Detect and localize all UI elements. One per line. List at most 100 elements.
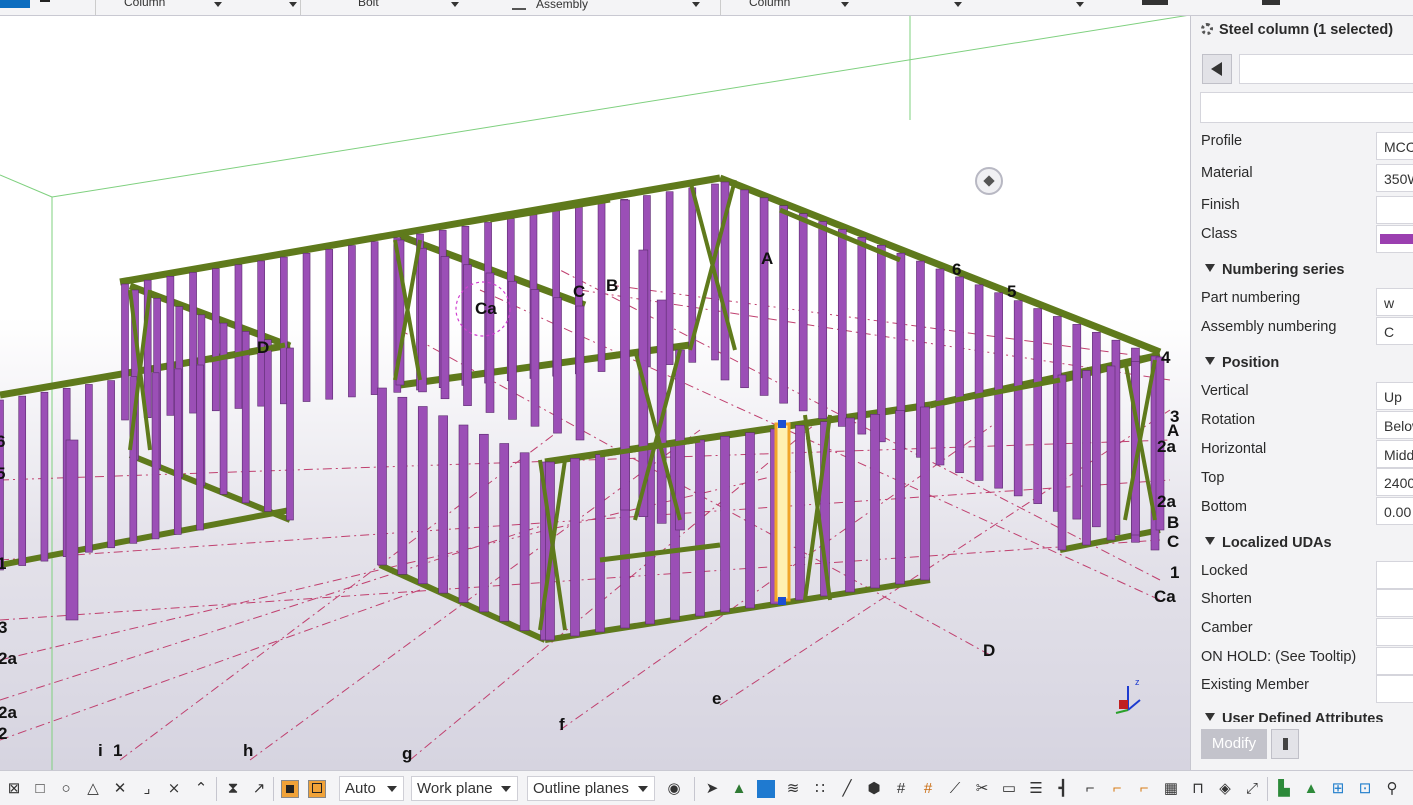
profile-field[interactable]: MCC: [1376, 132, 1413, 160]
search-icon[interactable]: ⚲: [1383, 780, 1401, 798]
grid-label: C: [1167, 532, 1180, 551]
eye-icon[interactable]: ◉: [665, 780, 683, 798]
snap-point-icon[interactable]: [281, 780, 299, 798]
column-dropdown-2[interactable]: Column: [720, 0, 1091, 15]
outline-planes-dropdown[interactable]: Outline planes: [527, 776, 655, 801]
modify-button[interactable]: Modify: [1201, 729, 1267, 759]
assembly-icon: [512, 0, 526, 10]
column-icon[interactable]: ┫: [1054, 780, 1072, 798]
bottom-toolbar: ⊠ □ ○ △ ✕ ⌟ ⨯ ⌃ ⧗ ↗ Auto Work plane Outl…: [0, 770, 1413, 805]
stairs-orange-icon[interactable]: ⌐: [1108, 780, 1126, 798]
class-field[interactable]: [1376, 225, 1413, 253]
points-icon[interactable]: ∷: [811, 780, 829, 798]
bottom-field[interactable]: 0.00: [1376, 497, 1413, 525]
assembly-numbering-field[interactable]: C: [1376, 317, 1413, 345]
beam-tool-icon[interactable]: [1262, 0, 1280, 5]
grid-label: h: [243, 741, 254, 760]
selection-handle: [778, 420, 786, 428]
green-tool-icon[interactable]: ▙: [1275, 780, 1293, 798]
file-menu-button[interactable]: [0, 0, 30, 8]
steel-stud: [935, 268, 945, 466]
fill-icon[interactable]: [757, 780, 775, 798]
horizontal-field[interactable]: Middle: [1376, 440, 1413, 468]
grid-label: 2: [0, 724, 8, 743]
steel-stud: [121, 283, 129, 421]
line-icon[interactable]: ╱: [838, 780, 856, 798]
select-direction-icon[interactable]: ↗: [250, 780, 268, 798]
steel-stud: [40, 391, 49, 562]
stairs-icon[interactable]: ⌐: [1081, 780, 1099, 798]
part-numbering-field[interactable]: w: [1376, 288, 1413, 316]
window-icon[interactable]: ▭: [1000, 780, 1018, 798]
search-field[interactable]: [1200, 92, 1413, 123]
measure-icon[interactable]: ⟋: [946, 780, 964, 798]
work-plane-dropdown[interactable]: Work plane: [411, 776, 518, 801]
pointer-icon[interactable]: ➤: [703, 780, 721, 798]
column-dropdown-2-label: Column: [749, 0, 791, 9]
frame-icon[interactable]: ⊓: [1189, 780, 1207, 798]
column-dropdown[interactable]: Column: [95, 0, 301, 15]
select-lines-icon[interactable]: ⌃: [192, 780, 210, 798]
scissors-icon[interactable]: ✂: [973, 780, 991, 798]
object-type-field[interactable]: [1239, 54, 1413, 84]
stack-icon[interactable]: ◈: [1216, 780, 1234, 798]
steel-stud: [553, 297, 562, 434]
select-surface-icon[interactable]: ○: [57, 780, 75, 798]
select-all-icon[interactable]: ⊠: [5, 780, 23, 798]
blue-tool-icon[interactable]: ⊡: [1356, 780, 1374, 798]
select-points-icon[interactable]: △: [84, 780, 102, 798]
select-assembly-icon[interactable]: ⧗: [224, 780, 242, 798]
steel-stud: [974, 284, 984, 481]
grid-orange-icon[interactable]: #: [919, 780, 937, 798]
steel-stud: [166, 276, 175, 416]
tree-icon[interactable]: ▲: [730, 780, 748, 798]
material-field[interactable]: 350W: [1376, 164, 1413, 192]
on-hold-field[interactable]: [1376, 647, 1413, 675]
select-grid-icon[interactable]: ⨯: [165, 780, 183, 798]
box-icon[interactable]: ⬢: [865, 780, 883, 798]
green-shape-icon[interactable]: ▲: [1302, 780, 1320, 798]
grid-icon[interactable]: #: [892, 780, 910, 798]
steel-stud: [759, 197, 769, 396]
position-section[interactable]: Position: [1205, 355, 1279, 371]
view-cube-icon[interactable]: [975, 167, 1003, 195]
wall-icon[interactable]: ▦: [1162, 780, 1180, 798]
rotation-field[interactable]: Below: [1376, 411, 1413, 439]
back-button[interactable]: [1202, 54, 1232, 84]
model-viewport[interactable]: A B C Ca D 6 5 4 3 A 2a 2a B C 1 Ca D e …: [0, 16, 1190, 770]
pick-properties-button[interactable]: [1271, 729, 1299, 759]
select-parts-icon[interactable]: □: [31, 780, 49, 798]
camber-field[interactable]: [1376, 618, 1413, 646]
shorten-field[interactable]: [1376, 589, 1413, 617]
ribbon: Column Bolt Assembly Column: [0, 0, 1413, 16]
bolt-dropdown[interactable]: Bolt: [300, 0, 466, 15]
steel-stud: [597, 202, 606, 372]
steel-stud: [519, 452, 530, 631]
menu-icon[interactable]: [40, 0, 50, 2]
snap-nodes-icon[interactable]: [308, 780, 326, 798]
blue-grid-icon[interactable]: ⊞: [1329, 780, 1347, 798]
select-welds-icon[interactable]: ⌟: [138, 780, 156, 798]
column-tool-icon[interactable]: [1142, 0, 1168, 5]
finish-field[interactable]: [1376, 196, 1413, 224]
select-cuts-icon[interactable]: ✕: [111, 780, 129, 798]
steel-stud: [1082, 370, 1091, 546]
layers-icon[interactable]: ≋: [784, 780, 802, 798]
stairs-orange-2-icon[interactable]: ⌐: [1135, 780, 1153, 798]
existing-member-field[interactable]: [1376, 675, 1413, 703]
assembly-dropdown[interactable]: Assembly: [465, 0, 720, 15]
vertical-field[interactable]: Up: [1376, 382, 1413, 410]
align-icon[interactable]: ☰: [1027, 780, 1045, 798]
model-scene[interactable]: [0, 16, 1190, 770]
user-defined-attributes-section[interactable]: User Defined Attributes: [1205, 711, 1383, 722]
top-field[interactable]: 2400: [1376, 468, 1413, 496]
localized-udas-section[interactable]: Localized UDAs: [1205, 535, 1332, 551]
steel-stud: [173, 368, 182, 535]
grid-label: 2a: [0, 649, 17, 668]
steel-stud: [211, 268, 220, 412]
auto-dropdown[interactable]: Auto: [339, 776, 404, 801]
locked-field[interactable]: [1376, 561, 1413, 589]
chevron-down-icon: [289, 2, 297, 7]
numbering-series-section[interactable]: Numbering series: [1205, 262, 1345, 278]
diagonal-icon[interactable]: ⤢: [1243, 780, 1261, 798]
